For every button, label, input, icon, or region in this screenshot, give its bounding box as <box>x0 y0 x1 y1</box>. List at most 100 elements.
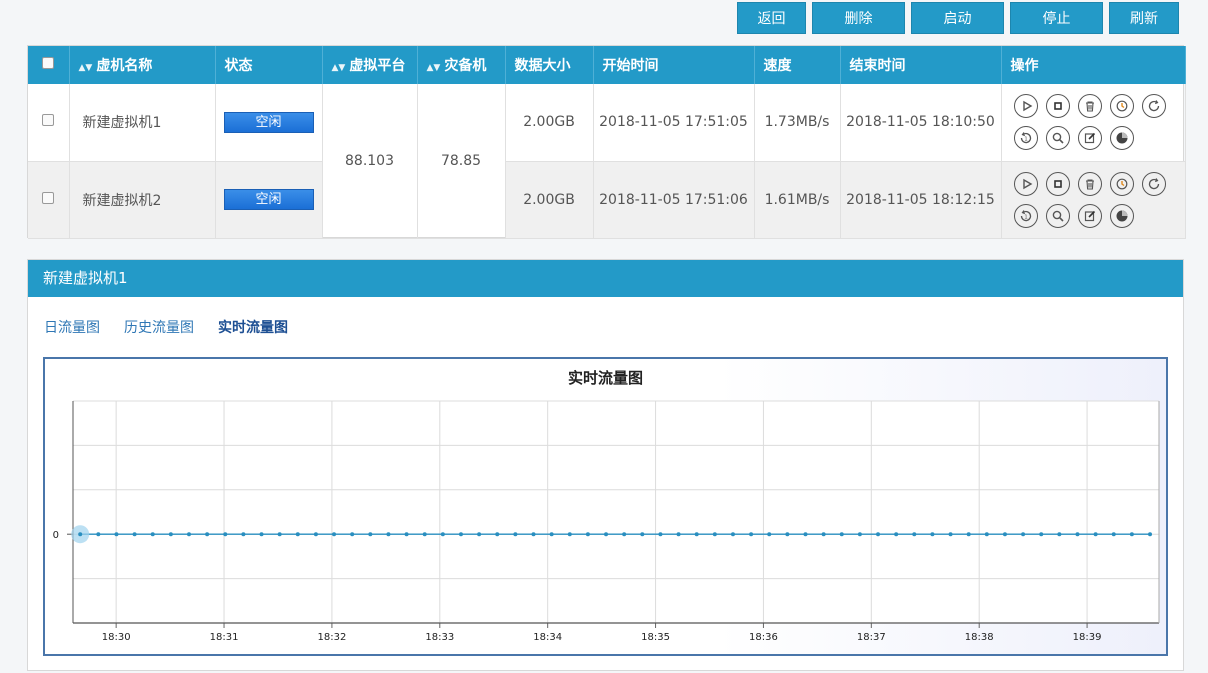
x-tick-label: 18:35 <box>641 632 670 643</box>
search-icon[interactable] <box>1045 126 1070 151</box>
header-ops: 操作 <box>1001 46 1186 84</box>
data-point <box>223 532 228 537</box>
data-point <box>277 532 282 537</box>
stop-icon[interactable] <box>1045 94 1070 119</box>
refresh-icon[interactable] <box>1141 94 1166 119</box>
data-point <box>803 532 808 537</box>
header-name[interactable]: ▲▼ 虚机名称 <box>69 46 216 84</box>
play-icon[interactable] <box>1013 94 1038 119</box>
end-time-cell: 2018-11-05 18:12:15 <box>840 161 1002 239</box>
row-ops: 1 <box>1002 171 1185 228</box>
restore-icon[interactable]: 1 <box>1013 126 1038 151</box>
pie-icon[interactable] <box>1109 126 1134 151</box>
row-checkbox[interactable] <box>28 84 70 162</box>
header-size: 数据大小 <box>505 46 594 84</box>
ops-cell: 1 <box>1001 84 1186 162</box>
data-point <box>1057 532 1062 537</box>
data-point <box>622 532 627 537</box>
sort-icon: ▲▼ <box>331 63 346 73</box>
y-tick-label: 0 <box>53 530 59 541</box>
data-point <box>640 532 645 537</box>
header-platform[interactable]: ▲▼ 虚拟平台 <box>322 46 418 84</box>
data-point <box>984 532 989 537</box>
tab-history-traffic[interactable]: 历史流量图 <box>124 317 194 337</box>
header-standby[interactable]: ▲▼ 灾备机 <box>417 46 506 84</box>
data-point <box>350 532 355 537</box>
data-point <box>513 532 518 537</box>
pie-icon[interactable] <box>1109 203 1134 228</box>
standby-cell: 78.85 <box>417 84 506 239</box>
trash-icon[interactable] <box>1077 94 1102 119</box>
x-tick-label: 18:33 <box>425 632 454 643</box>
edit-icon[interactable] <box>1077 126 1102 151</box>
table-row: 新建虚拟机2 空闲 2.00GB 2018-11-05 17:51:06 1.6… <box>28 161 1186 239</box>
data-point <box>422 532 427 537</box>
play-icon[interactable] <box>1013 171 1038 196</box>
restore-icon[interactable]: 1 <box>1013 203 1038 228</box>
data-point <box>495 532 500 537</box>
select-all-checkbox[interactable] <box>28 46 70 84</box>
stop-icon[interactable] <box>1045 171 1070 196</box>
back-button[interactable]: 返回 <box>737 2 806 34</box>
start-button[interactable]: 启动 <box>911 2 1004 34</box>
status-badge: 空闲 <box>223 189 314 210</box>
data-point <box>930 532 935 537</box>
tab-daily-traffic[interactable]: 日流量图 <box>44 317 100 337</box>
data-point <box>694 532 699 537</box>
refresh-icon[interactable] <box>1141 171 1166 196</box>
edit-icon[interactable] <box>1077 203 1102 228</box>
data-point <box>894 532 899 537</box>
data-point <box>1039 532 1044 537</box>
sort-icon: ▲▼ <box>78 63 93 73</box>
data-point <box>186 532 191 537</box>
svg-text:1: 1 <box>1024 137 1028 143</box>
data-point <box>785 532 790 537</box>
search-icon[interactable] <box>1045 203 1070 228</box>
status-cell: 空闲 <box>215 161 323 239</box>
tab-realtime-traffic[interactable]: 实时流量图 <box>218 317 288 337</box>
data-point <box>1021 532 1026 537</box>
data-point <box>604 532 609 537</box>
data-point <box>386 532 391 537</box>
data-point <box>767 532 772 537</box>
data-point <box>857 532 862 537</box>
ops-cell: 1 <box>1001 161 1186 239</box>
stop-button[interactable]: 停止 <box>1010 2 1103 34</box>
size-cell: 2.00GB <box>505 161 594 239</box>
trash-icon[interactable] <box>1077 171 1102 196</box>
speed-cell: 1.61MB/s <box>754 161 841 239</box>
history-icon[interactable] <box>1109 171 1134 196</box>
data-point <box>1002 532 1007 537</box>
x-tick-label: 18:31 <box>210 632 239 643</box>
traffic-panel: 新建虚拟机1 日流量图 历史流量图 实时流量图 实时流量图 18:30 18:31… <box>27 259 1184 671</box>
vm-name: 新建虚拟机2 <box>69 161 216 239</box>
start-time-cell: 2018-11-05 17:51:05 <box>593 84 755 162</box>
data-point <box>259 532 264 537</box>
x-tick-label: 18:36 <box>749 632 778 643</box>
status-cell: 空闲 <box>215 84 323 162</box>
row-checkbox[interactable] <box>28 161 70 239</box>
data-point <box>531 532 536 537</box>
history-icon[interactable] <box>1109 94 1134 119</box>
delete-button[interactable]: 删除 <box>812 2 905 34</box>
data-point <box>1111 532 1116 537</box>
data-point <box>585 532 590 537</box>
refresh-button[interactable]: 刷新 <box>1109 2 1179 34</box>
data-point <box>712 532 717 537</box>
sort-icon: ▲▼ <box>426 63 441 73</box>
x-tick-label: 18:30 <box>102 632 131 643</box>
start-time-cell: 2018-11-05 17:51:06 <box>593 161 755 239</box>
data-point <box>749 532 754 537</box>
vm-table: ▲▼ 虚机名称 状态 ▲▼ 虚拟平台 ▲▼ 灾备机 数据大小 开始时间 速度 结束时间… <box>27 45 1186 239</box>
data-point <box>205 532 210 537</box>
data-point <box>477 532 482 537</box>
data-point <box>1148 532 1153 537</box>
data-point <box>295 532 300 537</box>
svg-text:1: 1 <box>1024 214 1028 220</box>
data-point <box>912 532 917 537</box>
x-tick-label: 18:34 <box>533 632 562 643</box>
header-start-time: 开始时间 <box>593 46 755 84</box>
x-tick-label: 18:38 <box>965 632 994 643</box>
data-point <box>1093 532 1098 537</box>
end-time-cell: 2018-11-05 18:10:50 <box>840 84 1002 162</box>
